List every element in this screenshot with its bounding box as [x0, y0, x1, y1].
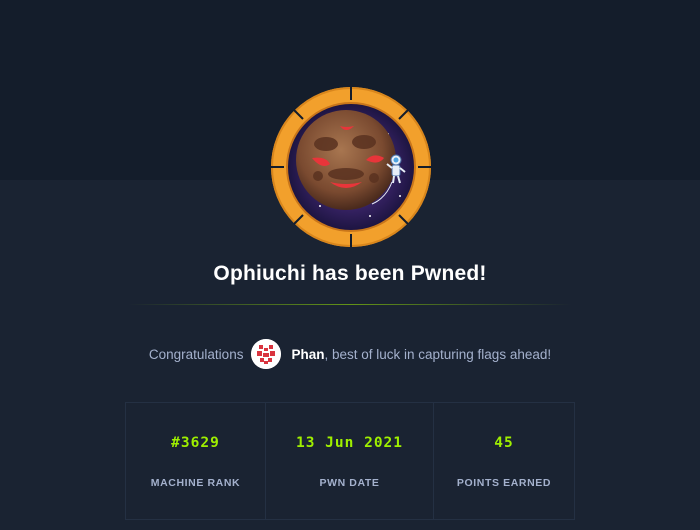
- stat-label: POINTS EARNED: [456, 477, 552, 489]
- page-title: Ophiuchi has been Pwned!: [213, 262, 487, 285]
- stat-value: #3629: [171, 435, 220, 451]
- stat-value: 45: [494, 435, 514, 451]
- stat-pwn-date: 13 Jun 2021 PWN DATE: [265, 403, 433, 519]
- user-avatar[interactable]: [251, 339, 282, 369]
- congrats-message: Congratulations Phan , best of luck in c…: [0, 338, 700, 370]
- username-link[interactable]: Phan: [291, 347, 324, 362]
- title-divider: [128, 304, 572, 305]
- stats-panel: #3629 MACHINE RANK 13 Jun 2021 PWN DATE …: [125, 402, 575, 520]
- stat-points-earned: 45 POINTS EARNED: [433, 403, 574, 519]
- machine-avatar-icon: [270, 86, 432, 248]
- stat-machine-rank: #3629 MACHINE RANK: [126, 403, 265, 519]
- stat-value: 13 Jun 2021: [295, 435, 404, 451]
- congrats-suffix: , best of luck in capturing flags ahead!: [324, 346, 552, 362]
- stat-label: PWN DATE: [319, 477, 380, 489]
- pwned-page: Ophiuchi has been Pwned! Congratulations: [0, 0, 700, 530]
- stat-label: MACHINE RANK: [150, 477, 241, 489]
- congrats-prefix: Congratulations: [148, 346, 244, 362]
